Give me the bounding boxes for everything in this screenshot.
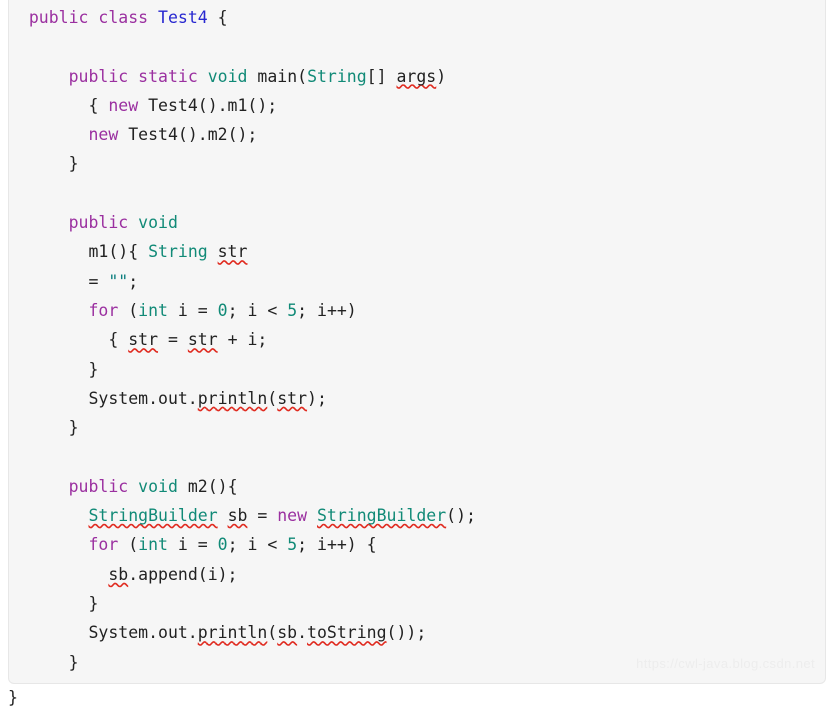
code-line-22: System.out.println(sb.toString()); (9, 623, 427, 643)
code-card: public class Test4 { public static void … (8, 0, 826, 684)
code-line-4: { new Test4().m1(); (9, 95, 278, 115)
code-line-1: public class Test4 { (28, 8, 228, 27)
code-line-5: new Test4().m2(); (88, 125, 258, 145)
code-line-18: StringBuilder sb = new StringBuilder(); (88, 506, 476, 526)
code-line-11: for (int i = 0; i < 5; i++) (88, 300, 357, 320)
code-line-6: } (9, 154, 79, 174)
code-line-8: public void (68, 213, 178, 233)
code-line-14: System.out.println(str); (9, 388, 327, 408)
trailing-closing-brace: } (8, 688, 18, 707)
code-line-12: { str = str + i; (9, 330, 268, 350)
code-line-19: for (int i = 0; i < 5; i++) { (88, 535, 377, 555)
code-line-20: sb.append(i); (108, 564, 238, 584)
code-line-17: public void m2(){ (68, 476, 238, 496)
code-line-13: } (9, 359, 99, 379)
code-line-3: public static void main(String[] args) (68, 66, 447, 86)
code-block[interactable]: public class Test4 { public static void … (9, 0, 825, 677)
watermark: https://cwl-java.blog.csdn.net (636, 656, 815, 671)
code-line-21: } (9, 593, 99, 613)
code-line-9: m1(){ String str (9, 242, 248, 262)
code-line-15: } (9, 418, 79, 438)
code-line-10: = ""; (9, 271, 139, 291)
